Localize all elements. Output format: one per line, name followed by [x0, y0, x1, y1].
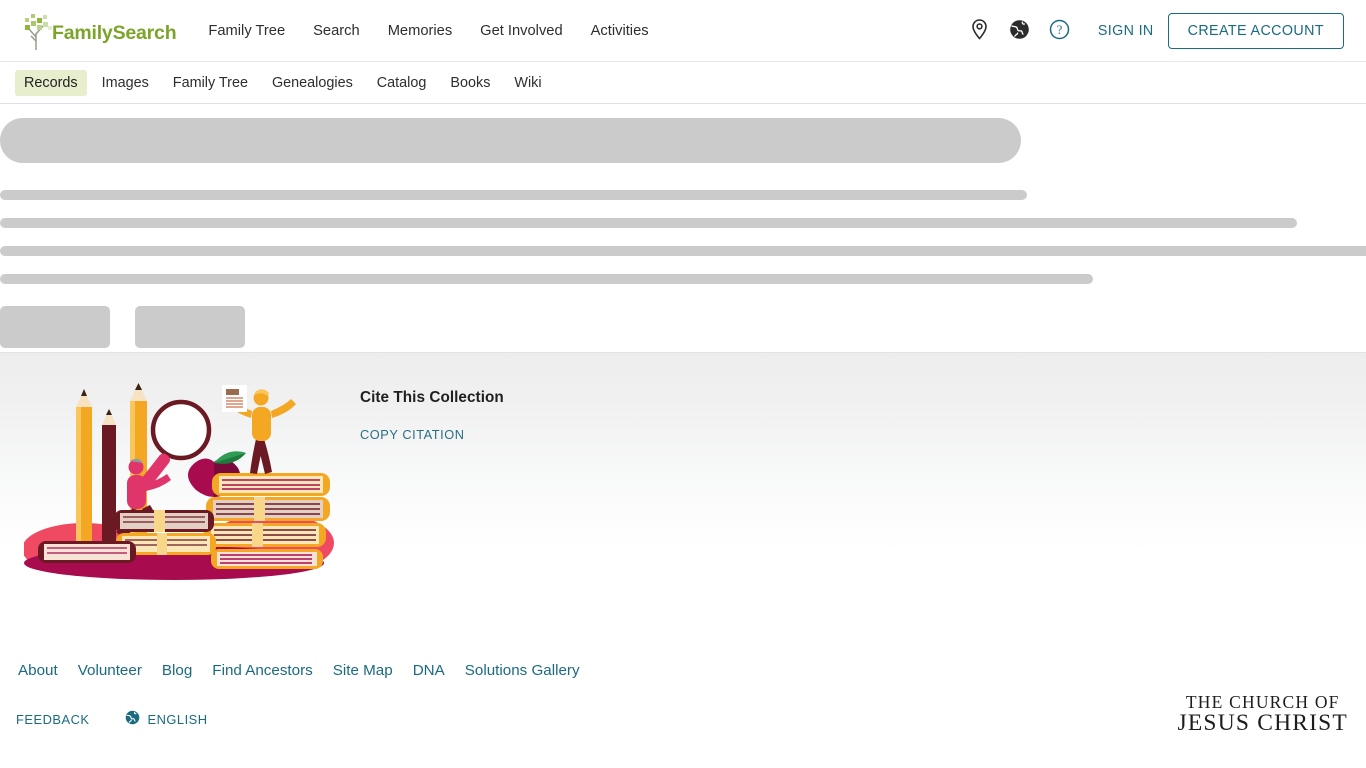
map-pin-icon: [971, 18, 988, 43]
skeleton-text-line: [0, 190, 1027, 200]
tab-books[interactable]: Books: [441, 70, 499, 96]
skeleton-text-line: [0, 246, 1366, 256]
search-category-tabs: Records Images Family Tree Genealogies C…: [0, 62, 1366, 104]
footer-link-about[interactable]: About: [8, 662, 68, 679]
footer-link-find-ancestors[interactable]: Find Ancestors: [202, 662, 322, 679]
create-account-button[interactable]: CREATE ACCOUNT: [1167, 12, 1344, 49]
skeleton-button-placeholder: [0, 306, 110, 348]
tab-records[interactable]: Records: [15, 69, 87, 96]
footer-link-dna[interactable]: DNA: [403, 662, 455, 679]
nav-item-search[interactable]: Search: [299, 23, 374, 39]
tab-genealogies[interactable]: Genealogies: [263, 70, 362, 96]
familysearch-logo-link[interactable]: FamilySearch: [22, 13, 177, 51]
language-selector[interactable]: ENGLISH: [117, 710, 215, 728]
globe-language-icon-button[interactable]: [1003, 14, 1037, 48]
primary-nav: Family Tree Search Memories Get Involved…: [194, 23, 662, 39]
nav-item-memories[interactable]: Memories: [374, 23, 466, 39]
header-actions: ? SIGN IN CREATE ACCOUNT: [960, 12, 1366, 49]
footer-utility-bar: FEEDBACK ENGLISH THE CHURCH OF JESUS CHR…: [0, 693, 1366, 735]
copy-citation-button[interactable]: COPY CITATION: [360, 427, 465, 442]
footer-link-solutions-gallery[interactable]: Solutions Gallery: [455, 662, 590, 679]
feedback-link[interactable]: FEEDBACK: [8, 712, 97, 727]
svg-text:?: ?: [1057, 23, 1063, 37]
citation-content: Cite This Collection COPY CITATION: [360, 389, 504, 444]
language-label: ENGLISH: [147, 711, 208, 727]
footer-primary-links: About Volunteer Blog Find Ancestors Site…: [0, 662, 1366, 679]
sign-in-link[interactable]: SIGN IN: [1098, 23, 1154, 39]
site-header: FamilySearch Family Tree Search Memories…: [0, 0, 1366, 62]
cite-collection-panel: Cite This Collection COPY CITATION: [0, 352, 1366, 580]
skeleton-title-placeholder: [0, 118, 1021, 163]
books-pencils-research-illustration: [22, 363, 334, 583]
globe-icon: [125, 710, 140, 728]
family-tree-logo-icon: [22, 13, 56, 51]
nav-item-family-tree[interactable]: Family Tree: [194, 23, 299, 39]
brand-name: FamilySearch: [52, 21, 177, 44]
nav-item-activities[interactable]: Activities: [577, 23, 663, 39]
tab-images[interactable]: Images: [93, 70, 158, 96]
skeleton-text-line: [0, 218, 1297, 228]
feedback-label: FEEDBACK: [16, 711, 90, 727]
help-circle-icon-button[interactable]: ?: [1043, 14, 1077, 48]
tab-family-tree[interactable]: Family Tree: [164, 70, 257, 96]
help-circle-icon: ?: [1049, 19, 1070, 43]
footer-link-site-map[interactable]: Site Map: [323, 662, 403, 679]
skeleton-text-line: [0, 274, 1093, 284]
nav-item-get-involved[interactable]: Get Involved: [466, 23, 576, 39]
cite-this-collection-heading: Cite This Collection: [360, 389, 504, 406]
footer-link-volunteer[interactable]: Volunteer: [68, 662, 152, 679]
tab-wiki[interactable]: Wiki: [505, 70, 550, 96]
globe-icon: [1009, 19, 1030, 43]
tab-catalog[interactable]: Catalog: [368, 70, 436, 96]
skeleton-button-placeholder: [135, 306, 245, 348]
footer-link-blog[interactable]: Blog: [152, 662, 202, 679]
church-of-jesus-christ-logo: THE CHURCH OF JESUS CHRIST: [1177, 693, 1348, 737]
map-pin-icon-button[interactable]: [963, 14, 997, 48]
church-logo-line-2: JESUS CHRIST: [1177, 710, 1348, 737]
